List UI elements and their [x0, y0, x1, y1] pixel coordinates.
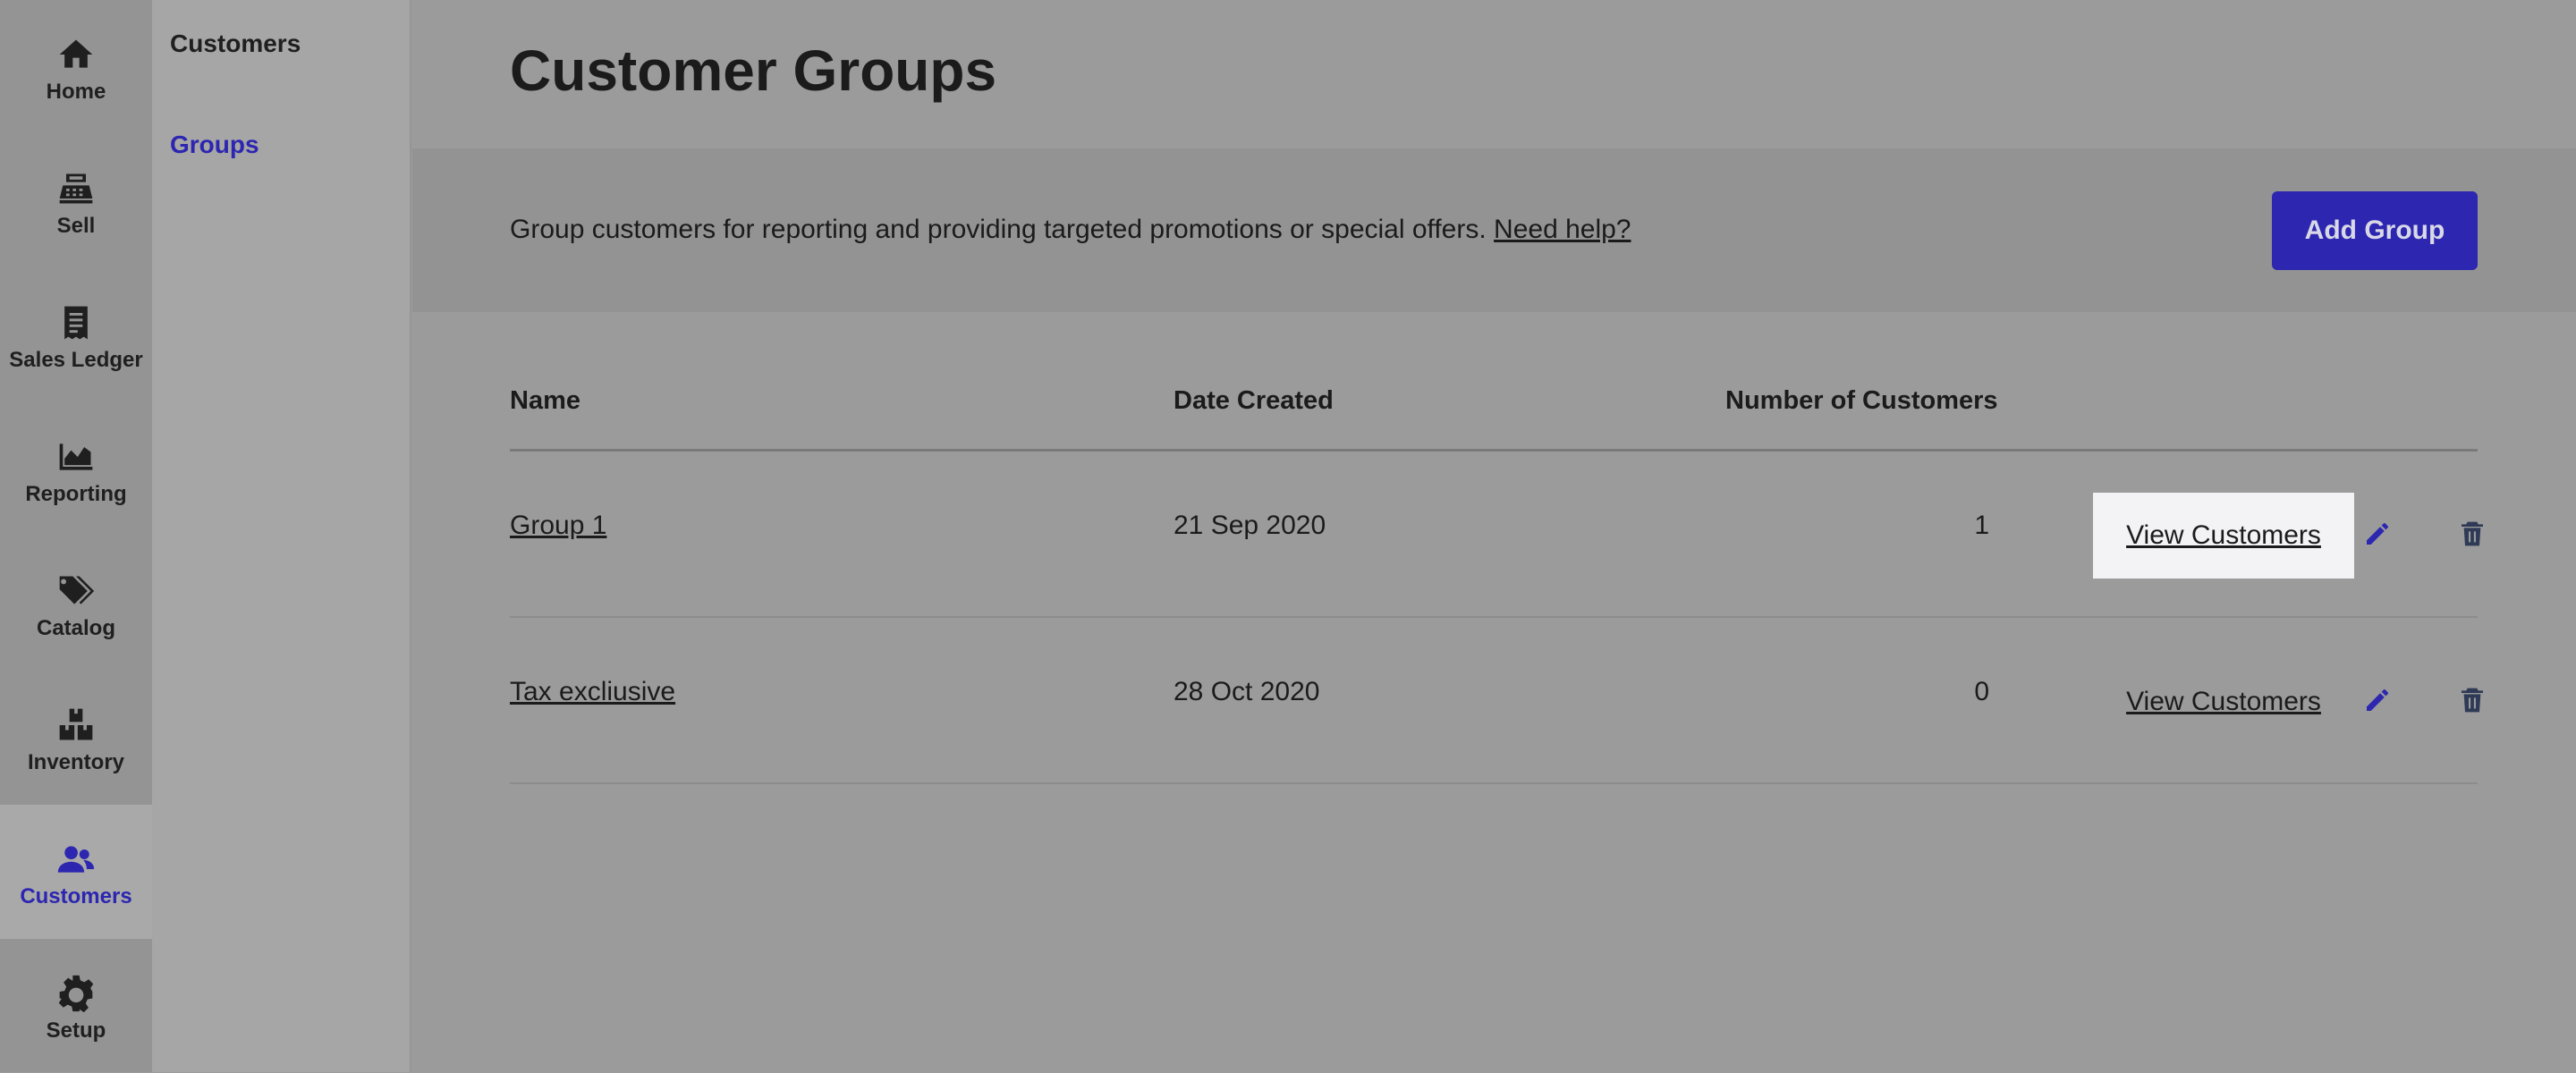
- register-icon: [59, 173, 93, 204]
- delete-icon[interactable]: [2458, 520, 2487, 548]
- boxes-icon: [59, 708, 93, 740]
- nav-item-sales-ledger[interactable]: Sales Ledger: [0, 268, 152, 402]
- receipt-icon: [64, 306, 88, 340]
- info-text: Group customers for reporting and provid…: [510, 215, 1631, 245]
- nav-item-reporting[interactable]: Reporting: [0, 402, 152, 536]
- nav-item-label: Sales Ledger: [9, 348, 143, 372]
- nav-item-inventory[interactable]: Inventory: [0, 671, 152, 805]
- date-created: 28 Oct 2020: [1174, 677, 1320, 706]
- nav-item-label: Home: [46, 80, 106, 104]
- gear-icon: [58, 975, 94, 1013]
- secondary-nav: Customers Groups: [152, 0, 411, 1072]
- table-row: Group 1 21 Sep 2020 1 View Customers: [510, 452, 2483, 618]
- help-link[interactable]: Need help?: [1494, 215, 1631, 244]
- group-name-link[interactable]: Tax excliusive: [510, 677, 675, 707]
- delete-icon[interactable]: [2458, 686, 2487, 714]
- view-customers-button[interactable]: View Customers: [2093, 493, 2354, 579]
- date-created: 21 Sep 2020: [1174, 511, 1326, 540]
- edit-icon[interactable]: [2363, 520, 2392, 548]
- groups-table: Name Date Created Number of Customers Gr…: [510, 367, 2483, 784]
- nav-item-catalog[interactable]: Catalog: [0, 536, 152, 671]
- group-name-link[interactable]: Group 1: [510, 511, 606, 541]
- info-band: Group customers for reporting and provid…: [412, 148, 2576, 312]
- add-group-button[interactable]: Add Group: [2272, 191, 2478, 270]
- column-header-number-of-customers: Number of Customers: [1725, 386, 1998, 415]
- table-row: Tax excliusive 28 Oct 2020 0 View Custom…: [510, 618, 2483, 784]
- table-header: Name Date Created Number of Customers: [510, 367, 2478, 452]
- tags-icon: [59, 576, 95, 604]
- nav-item-label: Reporting: [25, 482, 127, 506]
- nav-item-label: Catalog: [36, 616, 115, 640]
- subnav-title: Customers: [170, 30, 301, 57]
- main-nav-rail: Home Sell Sales Ledger Reporting Catalog…: [0, 0, 152, 1072]
- nav-item-home[interactable]: Home: [0, 0, 152, 134]
- nav-item-customers[interactable]: Customers: [0, 805, 152, 939]
- info-description: Group customers for reporting and provid…: [510, 215, 1487, 244]
- edit-icon[interactable]: [2363, 686, 2392, 714]
- nav-item-setup[interactable]: Setup: [0, 939, 152, 1073]
- column-header-name: Name: [510, 386, 580, 415]
- nav-item-label: Inventory: [27, 750, 125, 774]
- view-customers-button[interactable]: View Customers: [2093, 659, 2354, 745]
- nav-item-label: Sell: [56, 214, 96, 238]
- subnav-item-groups[interactable]: Groups: [170, 131, 259, 159]
- home-icon: [59, 39, 93, 68]
- nav-item-label: Customers: [20, 884, 132, 908]
- customer-count: 1: [1974, 511, 1989, 540]
- users-icon: [57, 846, 95, 873]
- nav-item-label: Setup: [46, 1018, 106, 1043]
- chart-icon: [59, 444, 93, 470]
- column-header-date-created: Date Created: [1174, 386, 1334, 415]
- page-title: Customer Groups: [510, 38, 997, 103]
- customer-count: 0: [1974, 677, 1989, 706]
- nav-item-sell[interactable]: Sell: [0, 134, 152, 268]
